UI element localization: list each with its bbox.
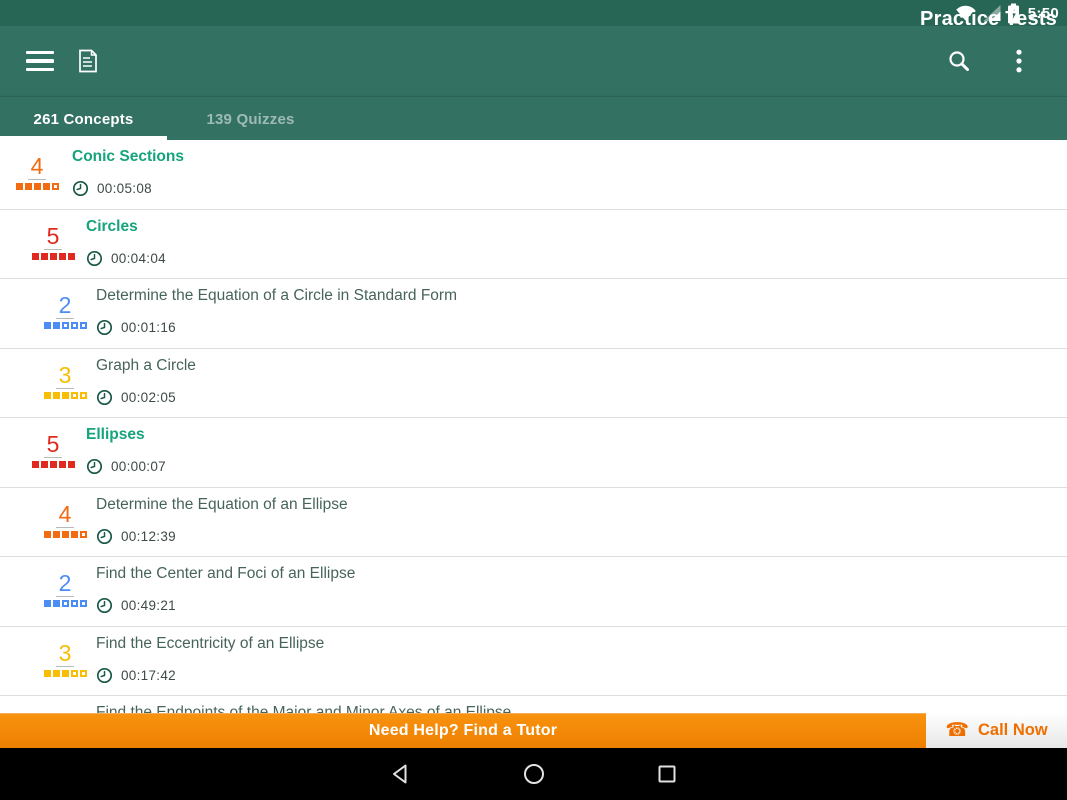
item-time-row: 00:00:07 xyxy=(86,458,166,475)
status-bar: 5:50 xyxy=(0,0,1067,26)
list-item[interactable]: 2 Determine the Equation of a Circle in S… xyxy=(0,279,1067,349)
item-time-row: 00:12:39 xyxy=(96,528,176,545)
difficulty-number: 4 xyxy=(55,502,75,528)
overflow-icon[interactable] xyxy=(997,39,1041,83)
timer-clock-icon xyxy=(96,667,113,683)
telephone-icon: ☎ xyxy=(945,720,969,741)
call-now-button[interactable]: ☎ Call Now xyxy=(926,713,1067,748)
difficulty-squares xyxy=(14,183,60,190)
timer-clock-icon xyxy=(86,250,103,266)
difficulty-number: 5 xyxy=(43,224,63,250)
item-title: Conic Sections xyxy=(72,148,184,165)
difficulty-squares xyxy=(42,391,88,399)
difficulty-indicator: 4 xyxy=(42,502,88,538)
item-time: 00:00:07 xyxy=(111,459,166,474)
home-button[interactable] xyxy=(467,762,600,786)
menu-icon[interactable] xyxy=(26,50,54,72)
difficulty-number: 2 xyxy=(55,294,75,319)
difficulty-indicator: 3 xyxy=(42,363,88,399)
app-bar: Practice Tests xyxy=(0,8,1067,96)
difficulty-number: 3 xyxy=(55,641,75,667)
tab-concepts[interactable]: 261 Concepts xyxy=(0,97,167,141)
difficulty-squares xyxy=(42,669,88,677)
banner-text: Need Help? Find a Tutor xyxy=(368,722,558,739)
item-title: Circles xyxy=(86,217,138,235)
list-item[interactable]: 4 Conic Sections 00:05:08 xyxy=(0,140,1067,210)
difficulty-indicator: 5 xyxy=(30,433,76,468)
difficulty-number: 3 xyxy=(55,363,75,389)
item-title: Determine the Equation of a Circle in St… xyxy=(96,287,457,304)
item-time-row: 00:04:04 xyxy=(86,250,166,267)
difficulty-squares xyxy=(30,252,76,260)
android-nav-bar xyxy=(0,748,1067,800)
difficulty-number: 5 xyxy=(43,433,63,458)
find-tutor-banner[interactable]: Need Help? Find a Tutor xyxy=(0,713,926,748)
difficulty-number: 2 xyxy=(55,572,75,597)
item-time: 00:04:04 xyxy=(111,250,166,266)
difficulty-indicator: 3 xyxy=(42,641,88,677)
item-time: 00:01:16 xyxy=(121,320,176,335)
item-title: Determine the Equation of an Ellipse xyxy=(96,495,348,513)
tab-bar: 261 Concepts 139 Quizzes xyxy=(0,96,1067,141)
item-title: Find the Eccentricity of an Ellipse xyxy=(96,634,325,652)
difficulty-indicator: 5 xyxy=(30,224,76,260)
list-item[interactable]: 4 Determine the Equation of an Ellipse 00:… xyxy=(0,487,1067,557)
item-title: Ellipses xyxy=(86,426,145,443)
timer-clock-icon xyxy=(96,528,113,544)
difficulty-squares xyxy=(42,600,88,607)
list-item[interactable]: 3 Find the Eccentricity of an Ellipse 00:1… xyxy=(0,626,1067,696)
recents-button[interactable] xyxy=(600,762,733,786)
item-time: 00:05:08 xyxy=(97,181,152,196)
list-item[interactable]: 3 Graph a Circle 00:02:05 xyxy=(0,348,1067,418)
item-time: 00:02:05 xyxy=(121,389,176,405)
call-now-label: Call Now xyxy=(977,721,1048,739)
back-button[interactable] xyxy=(334,762,467,786)
difficulty-indicator: 2 xyxy=(42,572,88,607)
timer-clock-icon xyxy=(86,458,103,475)
page-title: Practice Tests xyxy=(920,8,1057,30)
concepts-list: 4 Conic Sections 00:05:08 5 Circles 00:04:04 2… xyxy=(0,140,1067,800)
list-item[interactable]: 5 Ellipses 00:00:07 xyxy=(0,418,1067,488)
app-screen: 5:50 Practice Tests 261 Concepts 139 Qui… xyxy=(0,0,1067,800)
item-time: 00:17:42 xyxy=(121,667,176,683)
difficulty-squares xyxy=(42,530,88,538)
tutor-banner: Need Help? Find a Tutor ☎ Call Now xyxy=(0,713,1067,748)
item-time-row: 00:17:42 xyxy=(96,667,176,684)
list-item[interactable]: 5 Circles 00:04:04 xyxy=(0,209,1067,279)
difficulty-squares xyxy=(42,322,88,329)
item-time: 00:12:39 xyxy=(121,528,176,544)
difficulty-indicator: 2 xyxy=(42,294,88,329)
timer-clock-icon xyxy=(72,180,89,197)
search-icon[interactable] xyxy=(937,39,981,83)
timer-clock-icon xyxy=(96,597,113,614)
item-title: Graph a Circle xyxy=(96,356,196,374)
item-time: 00:49:21 xyxy=(121,598,176,613)
timer-clock-icon xyxy=(96,319,113,336)
item-time-row: 00:01:16 xyxy=(96,319,176,336)
practice-test-doc-icon xyxy=(78,49,98,73)
item-time-row: 00:02:05 xyxy=(96,389,176,406)
item-time-row: 00:49:21 xyxy=(96,597,176,614)
list-item[interactable]: 2 Find the Center and Foci of an Ellipse 0… xyxy=(0,557,1067,627)
item-title: Find the Center and Foci of an Ellipse xyxy=(96,565,356,582)
timer-clock-icon xyxy=(96,389,113,405)
difficulty-squares xyxy=(30,461,76,468)
tab-quizzes[interactable]: 139 Quizzes xyxy=(167,97,334,141)
difficulty-number: 4 xyxy=(27,155,47,180)
item-time-row: 00:05:08 xyxy=(72,180,152,197)
difficulty-indicator: 4 xyxy=(14,155,60,190)
